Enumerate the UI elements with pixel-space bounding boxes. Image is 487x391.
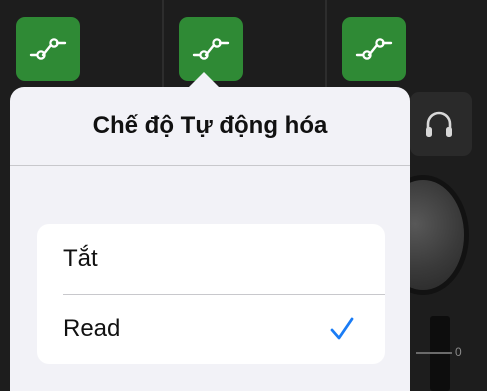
option-label: Read — [63, 315, 121, 342]
automation-button[interactable] — [342, 17, 406, 81]
headphones-button[interactable] — [410, 92, 472, 156]
automation-mode-list: Tắt Read — [37, 224, 385, 364]
popover-divider — [10, 165, 410, 166]
automation-mode-popover: Chế độ Tự động hóa Tắt Read — [10, 87, 410, 391]
option-off[interactable]: Tắt — [37, 224, 385, 294]
checkmark-icon — [330, 317, 354, 340]
automation-curve-icon — [192, 38, 230, 60]
popover-title: Chế độ Tự động hóa — [92, 112, 328, 139]
automation-curve-icon — [29, 38, 67, 60]
mixer-view: 0 Chế độ Tự động hóa Tắt Read — [0, 0, 487, 391]
automation-button[interactable] — [16, 17, 80, 81]
option-read[interactable]: Read — [37, 294, 385, 364]
headphones-icon — [426, 111, 452, 137]
fader-scale-label: 0 — [455, 345, 462, 359]
fader-scale-tick — [416, 352, 452, 354]
automation-curve-icon — [355, 38, 393, 60]
option-label: Tắt — [63, 245, 98, 272]
